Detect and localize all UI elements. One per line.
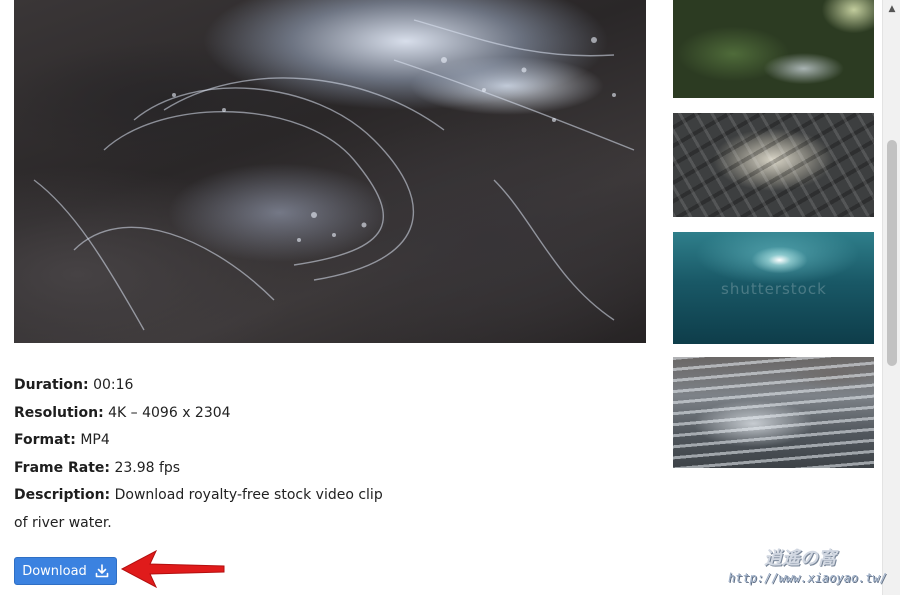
frame-rate-label: Frame Rate: — [14, 459, 110, 476]
site-watermark: 逍遙の窩 http://www.xiaoyao.tw/ — [728, 544, 887, 592]
info-resolution: Resolution: 4K – 4096 x 2304 — [14, 400, 394, 428]
info-description: Description: Download royalty-free stock… — [14, 482, 394, 537]
download-icon — [95, 564, 109, 578]
format-label: Format: — [14, 432, 76, 448]
main-video-preview[interactable] — [14, 0, 646, 343]
thumbnail-watermark: shutterstock — [721, 280, 827, 298]
description-label: Description: — [14, 487, 111, 503]
format-value: MP4 — [80, 432, 110, 448]
duration-value: 00:16 — [93, 377, 134, 393]
download-button-label: Download — [22, 563, 87, 579]
scrollbar-thumb[interactable] — [887, 140, 897, 366]
info-duration: Duration: 00:16 — [14, 372, 394, 400]
related-thumbnail-city-aerial[interactable] — [673, 113, 874, 217]
scroll-up-arrow-icon[interactable]: ▲ — [883, 2, 900, 16]
related-thumbnail-river-rapids[interactable] — [673, 357, 874, 468]
related-thumbnail-underwater[interactable]: shutterstock — [673, 232, 874, 344]
resolution-value: 4K – 4096 x 2304 — [108, 404, 231, 421]
annotation-arrow-icon — [120, 549, 225, 589]
resolution-label: Resolution: — [14, 404, 104, 421]
info-format: Format: MP4 — [14, 427, 394, 455]
download-button[interactable]: Download — [14, 557, 117, 585]
site-watermark-url: http://www.xiaoyao.tw/ — [728, 571, 887, 585]
water-texture — [33, 19, 635, 331]
related-thumbnail-forest-stream[interactable] — [673, 0, 874, 98]
page: Duration: 00:16 Resolution: 4K – 4096 x … — [0, 0, 900, 595]
vertical-scrollbar[interactable]: ▲ — [882, 0, 900, 595]
video-info: Duration: 00:16 Resolution: 4K – 4096 x … — [14, 372, 394, 537]
duration-label: Duration: — [14, 377, 89, 393]
info-frame-rate: Frame Rate: 23.98 fps — [14, 455, 394, 483]
site-watermark-logo: 逍遙の窩 — [764, 548, 836, 569]
frame-rate-value: 23.98 fps — [114, 459, 181, 476]
